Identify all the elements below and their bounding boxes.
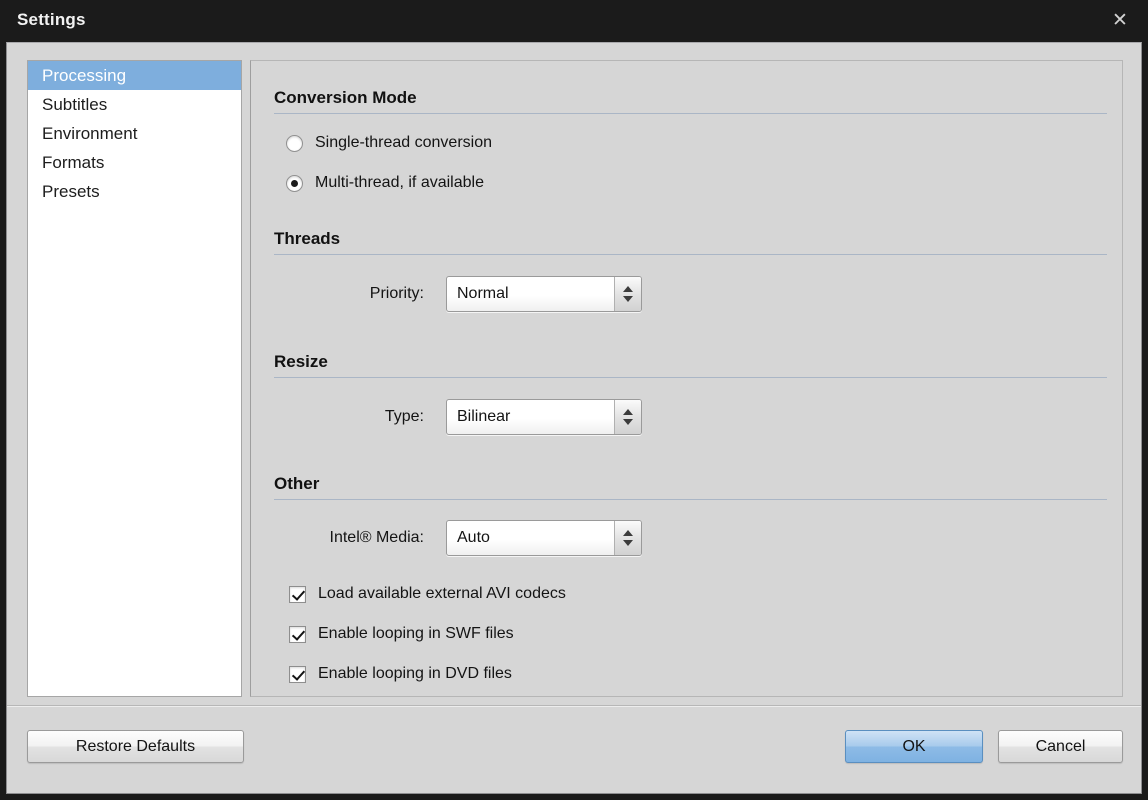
- cancel-button[interactable]: Cancel: [998, 730, 1123, 763]
- sidebar-nav: Processing Subtitles Environment Formats…: [27, 60, 242, 697]
- section-heading-other: Other: [274, 474, 320, 493]
- close-icon[interactable]: ✕: [1100, 4, 1140, 36]
- ok-button[interactable]: OK: [845, 730, 983, 763]
- chevron-down-icon[interactable]: [623, 296, 633, 302]
- section-divider-conversion-mode: [274, 113, 1107, 114]
- checkbox-load-avi-codecs[interactable]: Load available external AVI codecs: [289, 585, 566, 603]
- priority-spinner-arrows[interactable]: [614, 277, 641, 311]
- radio-icon-multi-thread[interactable]: [286, 174, 303, 192]
- checkbox-label-loop-swf: Enable looping in SWF files: [318, 625, 514, 642]
- resize-type-value: Bilinear: [457, 408, 511, 425]
- section-heading-resize: Resize: [274, 352, 328, 371]
- checkbox-icon-load-avi-codecs[interactable]: [289, 585, 306, 603]
- field-label-priority: Priority:: [369, 285, 424, 302]
- section-divider-other: [274, 499, 1107, 500]
- chevron-up-icon[interactable]: [623, 409, 633, 415]
- radio-single-thread[interactable]: Single-thread conversion: [286, 134, 492, 152]
- field-priority: Priority: Normal: [274, 276, 642, 312]
- field-intel-media: Intel® Media: Auto: [274, 520, 642, 556]
- radio-multi-thread[interactable]: Multi-thread, if available: [286, 174, 484, 192]
- field-resize-type: Type: Bilinear: [274, 399, 642, 435]
- section-heading-threads: Threads: [274, 229, 341, 248]
- intel-media-value: Auto: [457, 529, 490, 546]
- resize-type-spinner[interactable]: Bilinear: [446, 399, 642, 435]
- sidebar-item-presets[interactable]: Presets: [28, 177, 241, 206]
- title-bar: Settings ✕: [0, 0, 1148, 42]
- sidebar-item-subtitles[interactable]: Subtitles: [28, 90, 241, 119]
- radio-label-multi-thread: Multi-thread, if available: [315, 174, 484, 191]
- dialog-body: Processing Subtitles Environment Formats…: [6, 42, 1142, 794]
- checkbox-icon-loop-dvd[interactable]: [289, 665, 306, 683]
- section-divider-threads: [274, 254, 1107, 255]
- chevron-up-icon[interactable]: [623, 286, 633, 292]
- checkbox-icon-loop-swf[interactable]: [289, 625, 306, 643]
- chevron-down-icon[interactable]: [623, 419, 633, 425]
- sidebar-item-environment[interactable]: Environment: [28, 119, 241, 148]
- checkbox-loop-swf[interactable]: Enable looping in SWF files: [289, 625, 514, 643]
- radio-icon-single-thread[interactable]: [286, 134, 303, 152]
- window-title: Settings: [17, 10, 86, 29]
- checkbox-label-load-avi-codecs: Load available external AVI codecs: [318, 585, 566, 602]
- checkbox-loop-dvd[interactable]: Enable looping in DVD files: [289, 665, 512, 683]
- field-label-intel-media: Intel® Media:: [329, 529, 425, 546]
- radio-label-single-thread: Single-thread conversion: [315, 134, 492, 151]
- intel-media-spinner-arrows[interactable]: [614, 521, 641, 555]
- chevron-up-icon[interactable]: [623, 530, 633, 536]
- priority-spinner[interactable]: Normal: [446, 276, 642, 312]
- sidebar-item-formats[interactable]: Formats: [28, 148, 241, 177]
- settings-window: Settings ✕ Processing Subtitles Environm…: [0, 0, 1148, 800]
- checkbox-label-loop-dvd: Enable looping in DVD files: [318, 665, 512, 682]
- priority-value: Normal: [457, 285, 509, 302]
- restore-defaults-button[interactable]: Restore Defaults: [27, 730, 244, 763]
- intel-media-spinner[interactable]: Auto: [446, 520, 642, 556]
- sidebar-item-processing[interactable]: Processing: [28, 61, 241, 90]
- chevron-down-icon[interactable]: [623, 540, 633, 546]
- section-heading-conversion-mode: Conversion Mode: [274, 88, 417, 107]
- settings-content-panel: Conversion Mode Single-thread conversion…: [250, 60, 1123, 697]
- footer-divider: [7, 705, 1141, 707]
- field-label-resize-type: Type:: [384, 408, 424, 425]
- resize-type-spinner-arrows[interactable]: [614, 400, 641, 434]
- section-divider-resize: [274, 377, 1107, 378]
